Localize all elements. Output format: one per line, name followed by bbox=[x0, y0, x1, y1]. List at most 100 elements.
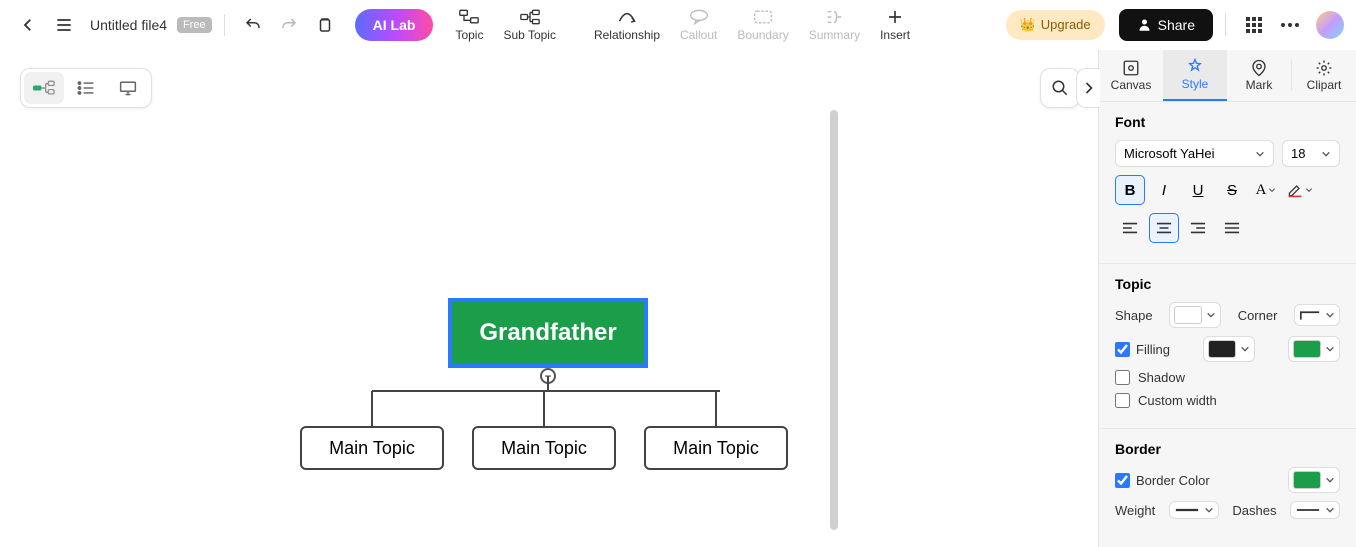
align-right-button[interactable] bbox=[1183, 213, 1213, 243]
relationship-button[interactable]: Relationship bbox=[586, 5, 668, 44]
chevron-down-icon bbox=[1325, 310, 1335, 320]
dashes-dropdown[interactable] bbox=[1290, 501, 1340, 519]
view-switcher bbox=[20, 68, 152, 108]
separator bbox=[1225, 14, 1226, 36]
align-left-button[interactable] bbox=[1115, 213, 1145, 243]
boundary-button[interactable]: Boundary bbox=[729, 5, 796, 44]
align-center-button[interactable] bbox=[1149, 213, 1179, 243]
font-size-dropdown[interactable]: 18 bbox=[1282, 140, 1340, 167]
topic-title: Topic bbox=[1115, 276, 1340, 292]
topic-label: Topic bbox=[455, 28, 483, 42]
tab-canvas[interactable]: Canvas bbox=[1099, 50, 1163, 101]
canvas[interactable]: Grandfather − Main Topic Main Topic Main… bbox=[0, 50, 1098, 547]
align-right-icon bbox=[1190, 221, 1206, 235]
back-button[interactable] bbox=[12, 9, 44, 41]
child-topic-node[interactable]: Main Topic bbox=[472, 426, 616, 470]
clipart-icon bbox=[1315, 59, 1333, 77]
relationship-icon bbox=[617, 7, 637, 27]
subtopic-button[interactable]: Sub Topic bbox=[495, 5, 563, 44]
strike-button[interactable]: S bbox=[1217, 175, 1247, 205]
corner-icon bbox=[1299, 308, 1321, 322]
person-icon bbox=[1137, 17, 1152, 32]
callout-button[interactable]: Callout bbox=[672, 5, 725, 44]
mindmap-view-button[interactable] bbox=[24, 72, 64, 104]
upgrade-button[interactable]: 👑 Upgrade bbox=[1006, 10, 1105, 40]
align-left-icon bbox=[1122, 221, 1138, 235]
font-family-dropdown[interactable]: Microsoft YaHei bbox=[1115, 140, 1274, 167]
insert-button[interactable]: Insert bbox=[872, 5, 918, 44]
plus-icon bbox=[885, 7, 905, 27]
menu-button[interactable] bbox=[48, 9, 80, 41]
shape-dropdown[interactable] bbox=[1169, 302, 1221, 328]
insert-label: Insert bbox=[880, 28, 910, 42]
child-topic-node[interactable]: Main Topic bbox=[300, 426, 444, 470]
tab-canvas-label: Canvas bbox=[1111, 78, 1152, 92]
filling-color1-swatch bbox=[1208, 340, 1236, 358]
tab-clipart[interactable]: Clipart bbox=[1292, 50, 1356, 101]
root-topic-node[interactable]: Grandfather bbox=[448, 298, 648, 368]
chevron-down-icon bbox=[1206, 310, 1216, 320]
border-section: Border Border Color Weight Dashes bbox=[1099, 429, 1356, 539]
apps-button[interactable] bbox=[1238, 9, 1270, 41]
filling-checkbox[interactable] bbox=[1115, 342, 1130, 357]
border-color-checkbox[interactable] bbox=[1115, 473, 1130, 488]
clipboard-button[interactable] bbox=[309, 9, 341, 41]
summary-label: Summary bbox=[809, 28, 860, 42]
collapse-panel-button[interactable] bbox=[1076, 68, 1100, 108]
topic-button[interactable]: Topic bbox=[447, 5, 491, 44]
font-section: Font Microsoft YaHei 18 B I U S A bbox=[1099, 102, 1356, 264]
dashes-icon bbox=[1295, 506, 1321, 514]
subtopic-icon bbox=[520, 7, 540, 27]
shadow-checkbox[interactable] bbox=[1115, 370, 1130, 385]
root-topic-text: Grandfather bbox=[479, 319, 616, 347]
outline-view-icon bbox=[77, 80, 95, 96]
summary-button[interactable]: Summary bbox=[801, 5, 868, 44]
mark-icon bbox=[1250, 59, 1268, 77]
chevron-right-icon bbox=[1084, 81, 1094, 95]
chevron-down-icon bbox=[1325, 505, 1335, 515]
panel-tabs: Canvas Style Mark Clipart bbox=[1099, 50, 1356, 102]
tab-mark[interactable]: Mark bbox=[1227, 50, 1291, 101]
filling-color1-dropdown[interactable] bbox=[1203, 336, 1255, 362]
chevron-down-icon bbox=[1255, 149, 1265, 159]
user-avatar[interactable] bbox=[1316, 11, 1344, 39]
file-name[interactable]: Untitled file4 bbox=[90, 17, 167, 33]
share-button[interactable]: Share bbox=[1119, 9, 1213, 41]
custom-width-checkbox[interactable] bbox=[1115, 393, 1130, 408]
underline-button[interactable]: U bbox=[1183, 175, 1213, 205]
corner-dropdown[interactable] bbox=[1294, 304, 1340, 326]
text-color-button[interactable]: A bbox=[1251, 175, 1281, 205]
border-color-dropdown[interactable] bbox=[1288, 467, 1340, 493]
topic-icon bbox=[459, 7, 479, 27]
boundary-label: Boundary bbox=[737, 28, 788, 42]
ai-lab-button[interactable]: AI Lab bbox=[355, 9, 434, 41]
child-topic-text: Main Topic bbox=[501, 438, 587, 459]
outline-view-button[interactable] bbox=[66, 72, 106, 104]
align-justify-button[interactable] bbox=[1217, 213, 1247, 243]
tab-style[interactable]: Style bbox=[1163, 50, 1227, 101]
topic-section: Topic Shape Corner Filling bbox=[1099, 264, 1356, 429]
bold-button[interactable]: B bbox=[1115, 175, 1145, 205]
shadow-label: Shadow bbox=[1138, 370, 1185, 385]
more-button[interactable] bbox=[1274, 9, 1306, 41]
border-title: Border bbox=[1115, 441, 1340, 457]
italic-button[interactable]: I bbox=[1149, 175, 1179, 205]
tab-mark-label: Mark bbox=[1246, 78, 1273, 92]
dashes-label: Dashes bbox=[1232, 503, 1276, 518]
presentation-view-button[interactable] bbox=[108, 72, 148, 104]
canvas-scrollbar[interactable] bbox=[830, 110, 838, 530]
undo-button[interactable] bbox=[237, 9, 269, 41]
child-topic-node[interactable]: Main Topic bbox=[644, 426, 788, 470]
shape-label: Shape bbox=[1115, 308, 1153, 323]
search-button[interactable] bbox=[1040, 68, 1080, 108]
highlight-button[interactable] bbox=[1285, 175, 1315, 205]
upgrade-label: Upgrade bbox=[1041, 17, 1091, 32]
filling-color2-dropdown[interactable] bbox=[1288, 336, 1340, 362]
redo-button[interactable] bbox=[273, 9, 305, 41]
child-topic-text: Main Topic bbox=[329, 438, 415, 459]
filling-color2-swatch bbox=[1293, 340, 1321, 358]
shape-swatch bbox=[1174, 306, 1202, 324]
crown-icon: 👑 bbox=[1020, 17, 1036, 33]
chevron-down-icon bbox=[1321, 149, 1331, 159]
weight-dropdown[interactable] bbox=[1169, 501, 1219, 519]
